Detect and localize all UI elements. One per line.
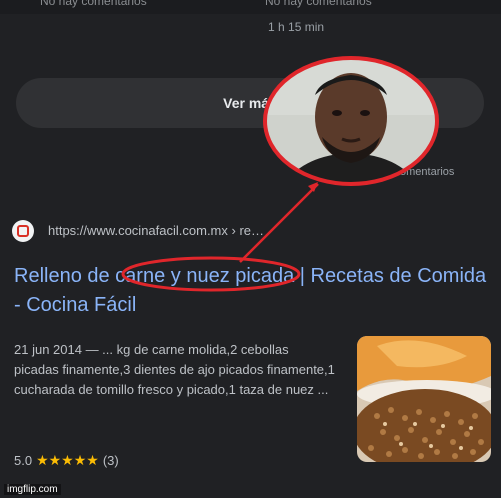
watermark: imgflip.com (4, 484, 61, 495)
arrow-line (239, 183, 319, 263)
highlight-circle (121, 256, 301, 292)
avatar (262, 55, 440, 187)
